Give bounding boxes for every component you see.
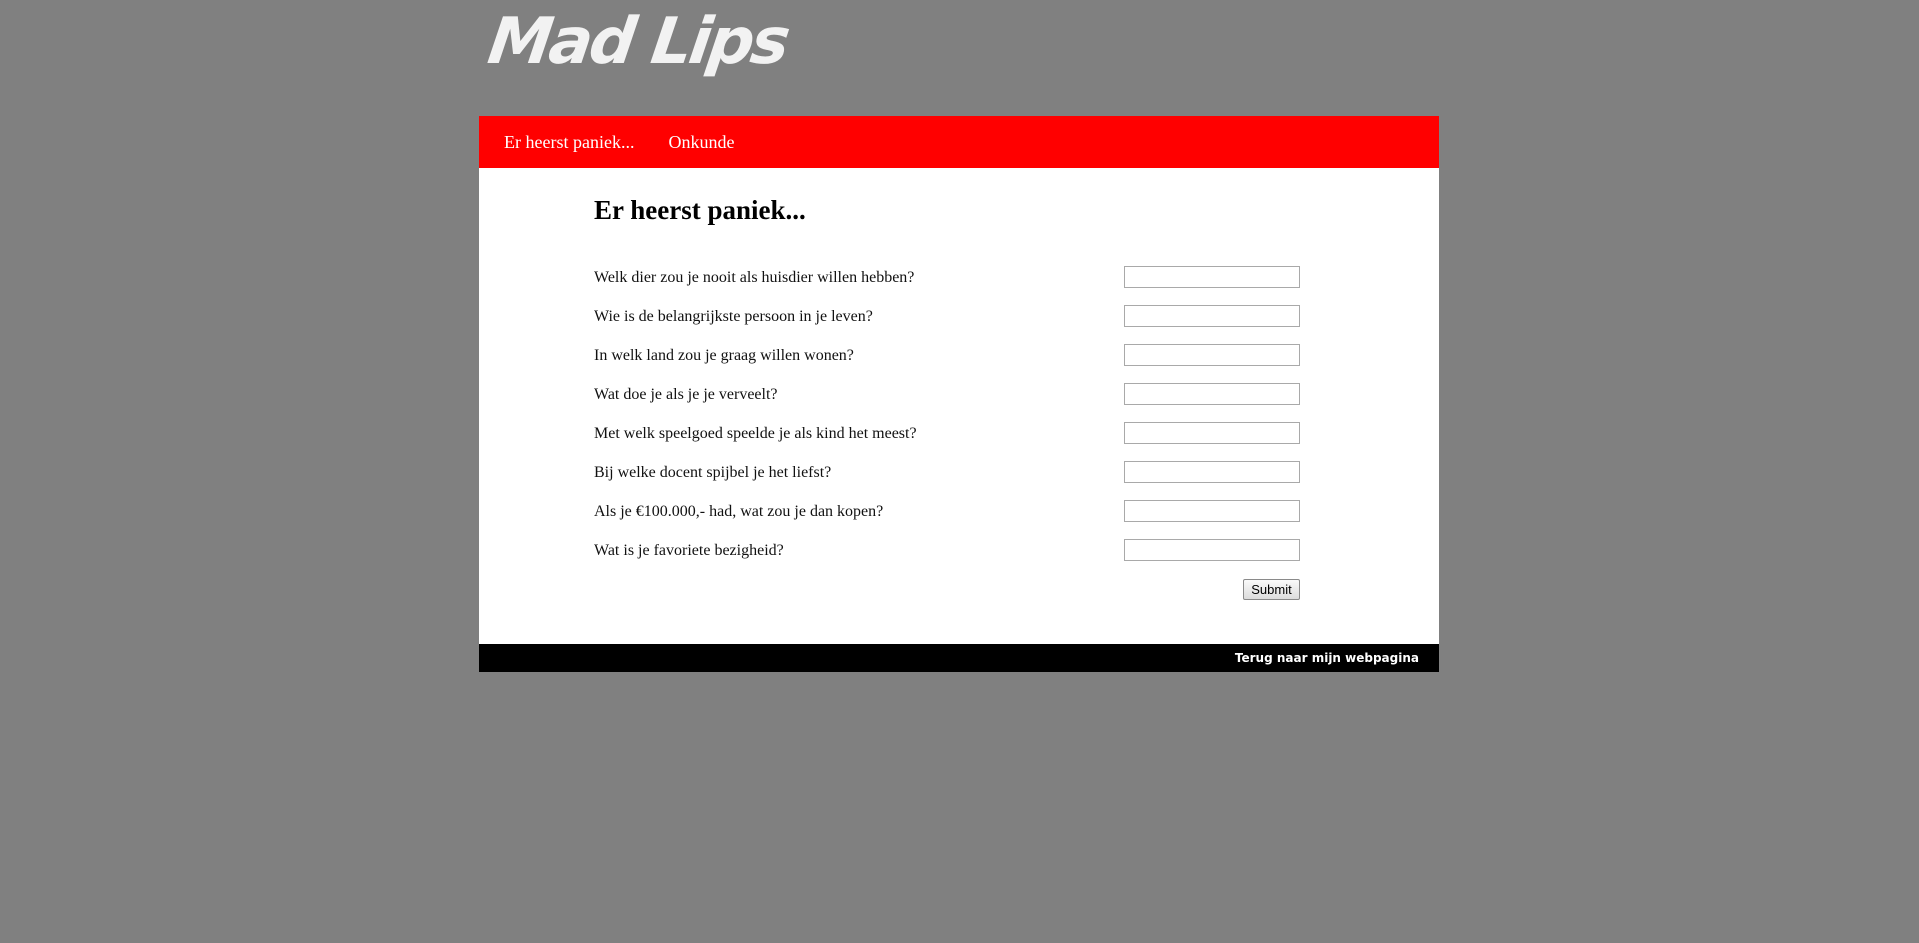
back-to-webpage-link[interactable]: Terug naar mijn webpagina xyxy=(1235,651,1419,665)
answer-input-2[interactable] xyxy=(1124,305,1300,327)
answer-input-8[interactable] xyxy=(1124,539,1300,561)
question-label: Wat doe je als je je verveelt? xyxy=(594,386,778,403)
answer-input-3[interactable] xyxy=(1124,344,1300,366)
site-logo[interactable]: Mad Lips xyxy=(484,5,792,79)
answer-input-1[interactable] xyxy=(1124,266,1300,288)
answer-input-6[interactable] xyxy=(1124,461,1300,483)
main-content: Er heerst paniek... Welk dier zou je noo… xyxy=(479,168,1439,644)
header: Mad Lips xyxy=(479,0,1439,116)
question-label: Bij welke docent spijbel je het liefst? xyxy=(594,464,832,481)
question-row-3: In welk land zou je graag willen wonen? xyxy=(594,344,1300,368)
answer-input-4[interactable] xyxy=(1124,383,1300,405)
answer-input-7[interactable] xyxy=(1124,500,1300,522)
page-container: Mad Lips Er heerst paniek... Onkunde Er … xyxy=(479,0,1439,672)
question-row-4: Wat doe je als je je verveelt? xyxy=(594,383,1300,407)
footer: Terug naar mijn webpagina xyxy=(479,644,1439,672)
question-row-2: Wie is de belangrijkste persoon in je le… xyxy=(594,305,1300,329)
nav-item-onkunde[interactable]: Onkunde xyxy=(668,132,734,153)
question-row-6: Bij welke docent spijbel je het liefst? xyxy=(594,461,1300,485)
nav-item-er-heerst-paniek[interactable]: Er heerst paniek... xyxy=(504,132,634,153)
question-row-5: Met welk speelgoed speelde je als kind h… xyxy=(594,422,1300,446)
question-row-7: Als je €100.000,- had, wat zou je dan ko… xyxy=(594,500,1300,524)
question-label: In welk land zou je graag willen wonen? xyxy=(594,347,854,364)
question-label: Wat is je favoriete bezigheid? xyxy=(594,542,784,559)
answer-input-5[interactable] xyxy=(1124,422,1300,444)
page-title: Er heerst paniek... xyxy=(594,195,806,225)
submit-button[interactable]: Submit xyxy=(1243,579,1300,600)
question-row-1: Welk dier zou je nooit als huisdier will… xyxy=(594,266,1300,290)
question-label: Wie is de belangrijkste persoon in je le… xyxy=(594,308,873,325)
main-nav: Er heerst paniek... Onkunde xyxy=(479,116,1439,168)
question-row-8: Wat is je favoriete bezigheid? xyxy=(594,539,1300,563)
question-label: Als je €100.000,- had, wat zou je dan ko… xyxy=(594,503,884,520)
question-label: Welk dier zou je nooit als huisdier will… xyxy=(594,269,915,286)
question-label: Met welk speelgoed speelde je als kind h… xyxy=(594,425,917,442)
